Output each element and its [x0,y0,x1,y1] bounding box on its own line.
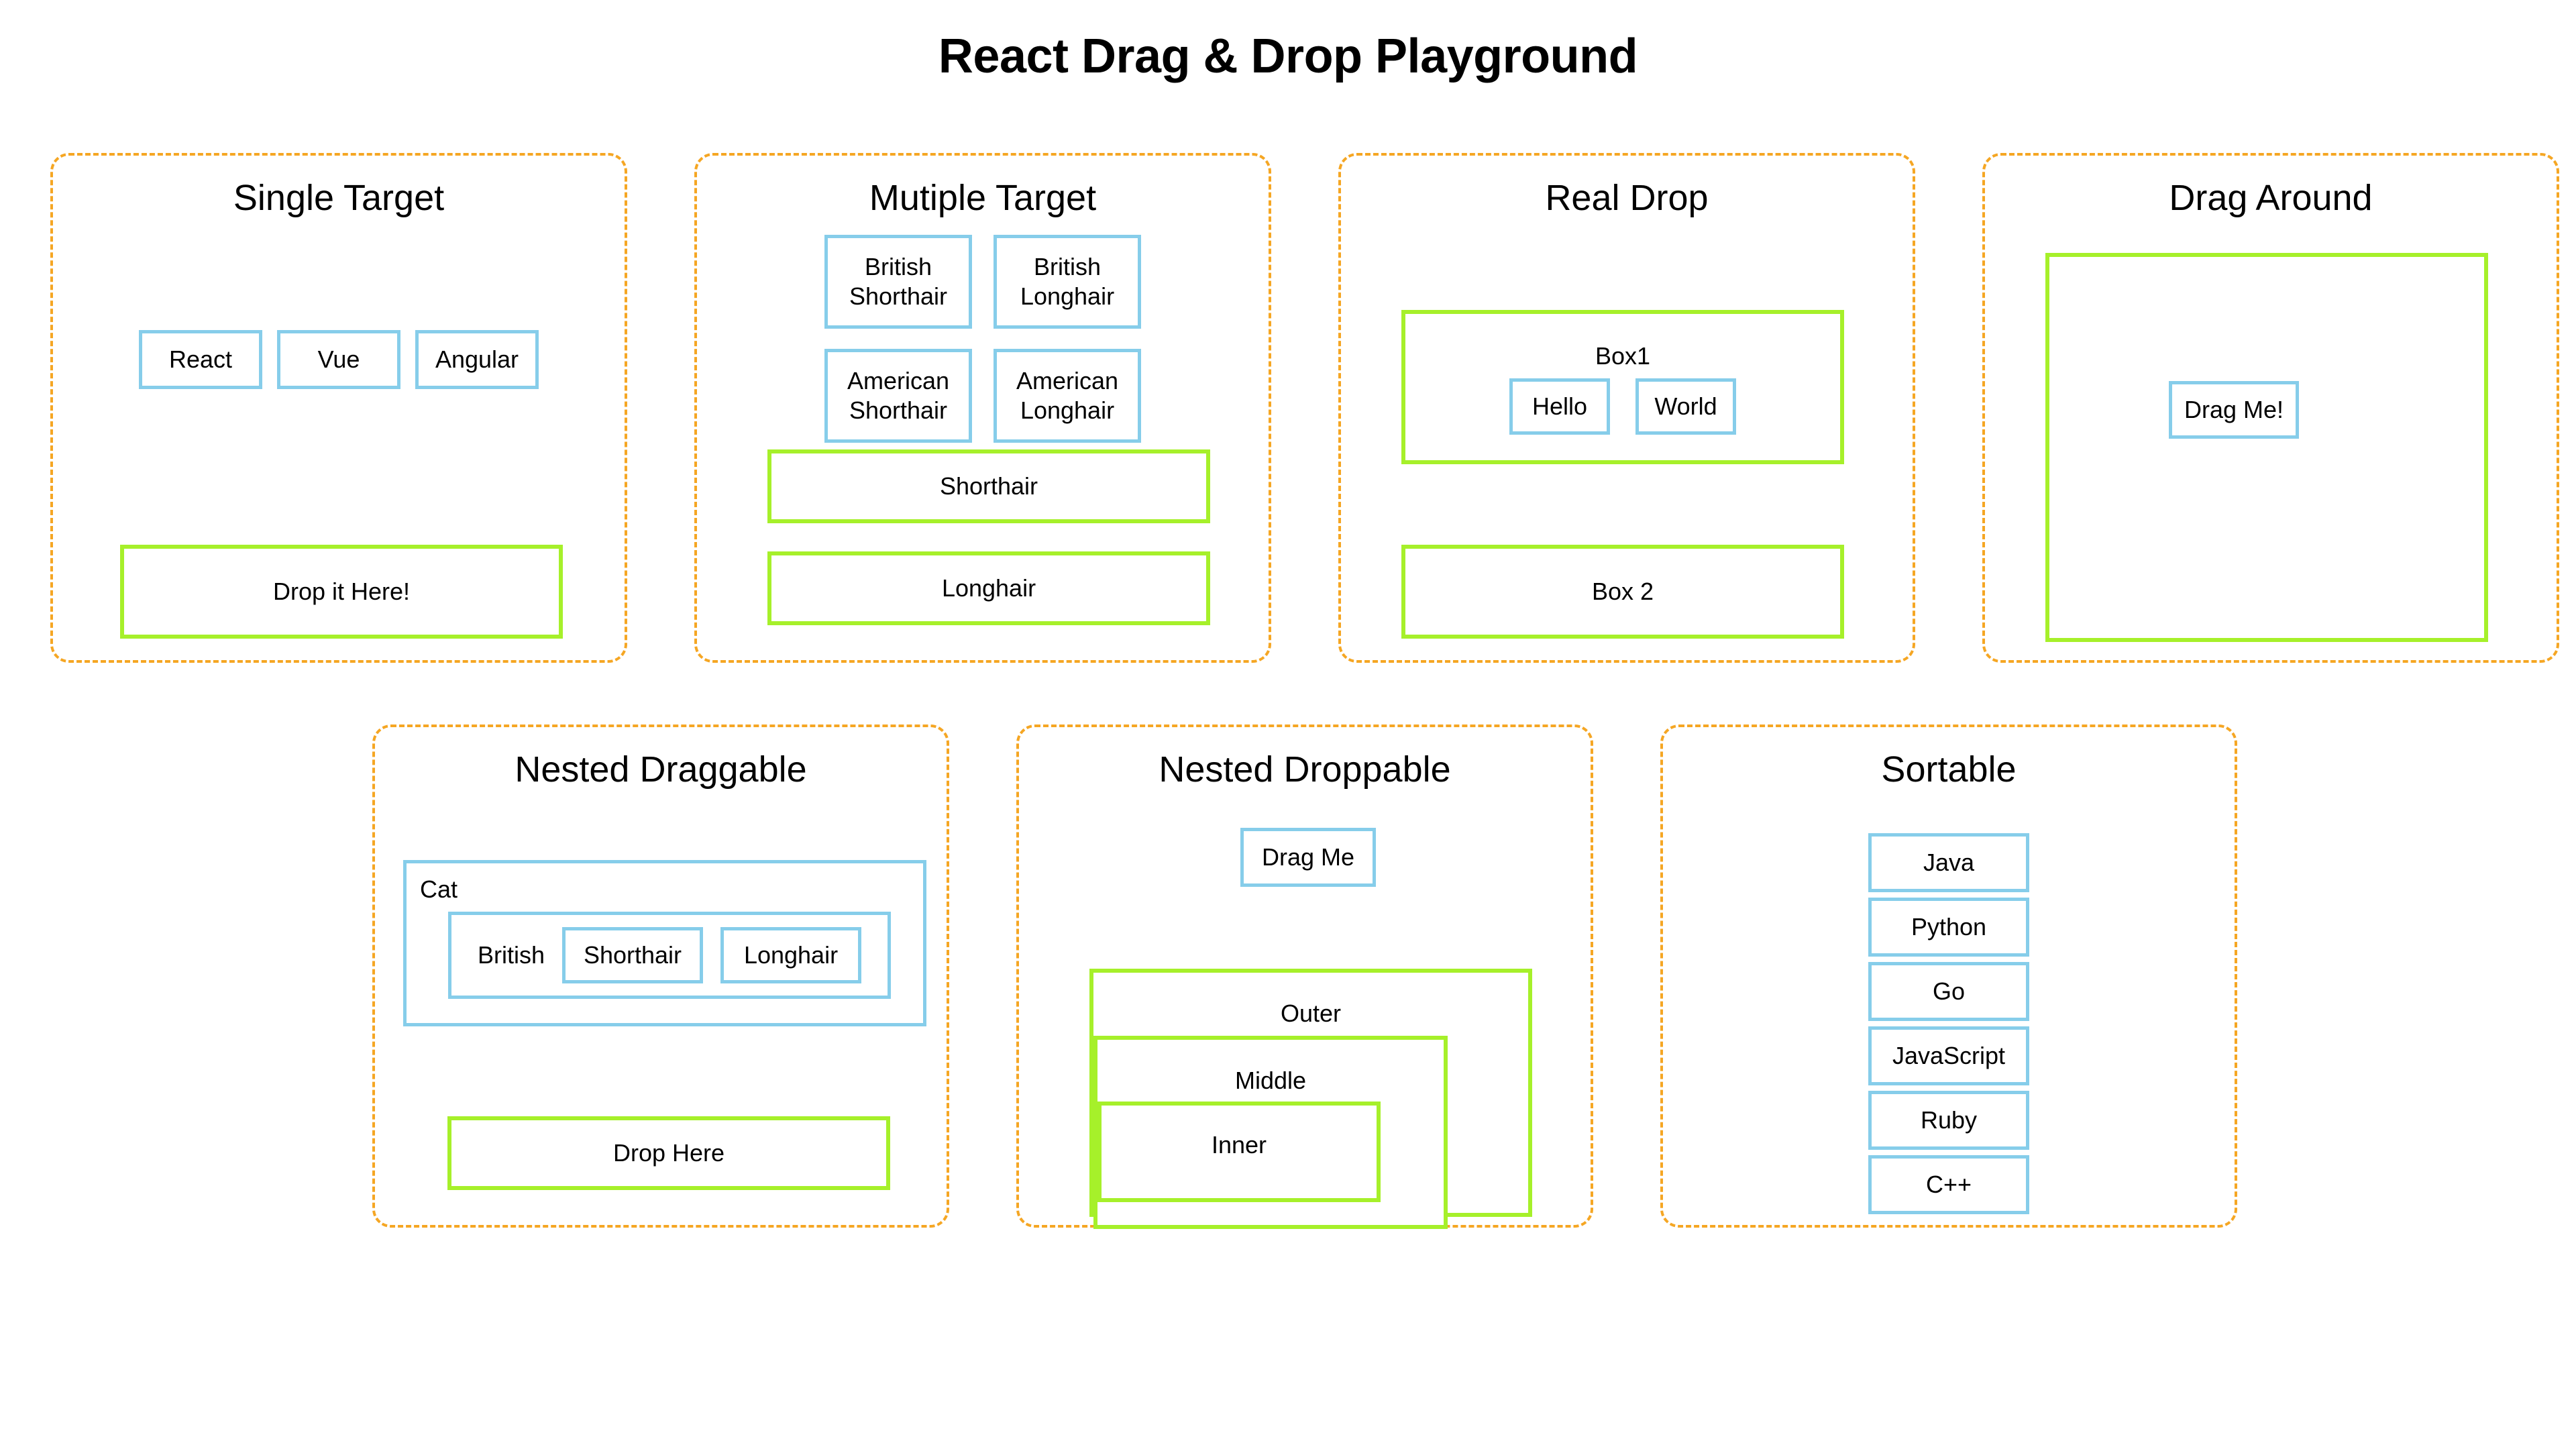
panel-row-top: Single Target React Vue Angular Drop it … [50,153,2559,663]
sortable-item-python[interactable]: Python [1868,898,2029,957]
droppable-longhair[interactable]: Longhair [767,551,1210,625]
panel-nested-droppable: Nested Droppable Drag Me Outer Middle In… [1016,724,1593,1229]
draggable-british-label: British [477,941,545,969]
droppable-middle[interactable]: Middle Inner [1093,1036,1448,1229]
draggable-drag-me[interactable]: Drag Me! [2169,381,2299,439]
droppable-inner-label: Inner [1211,1131,1267,1159]
panel-row-bottom: Nested Draggable Cat British Shorthair L… [372,724,2244,1229]
panel-real-drop: Real Drop Box1 Hello World Box 2 [1338,153,1915,663]
droppable-box1-label: Box1 [1595,342,1651,370]
draggable-british-longhair-label: British Longhair [1020,253,1115,310]
sortable-item-java[interactable]: Java [1868,833,2029,892]
draggable-british-shorthair[interactable]: British Shorthair [824,235,972,329]
droppable-outer[interactable]: Outer Middle Inner [1089,969,1532,1229]
panel-nested-draggable: Nested Draggable Cat British Shorthair L… [372,724,949,1228]
draggable-react[interactable]: React [139,330,262,389]
droppable-outer-label: Outer [1280,1000,1342,1027]
droppable-drop-here[interactable]: Drop Here [447,1116,890,1190]
single-target-draggable-list: React Vue Angular [53,330,625,389]
draggable-cat[interactable]: Cat British Shorthair Longhair [403,860,926,1026]
draggable-american-shorthair-label: American Shorthair [847,367,950,424]
multiple-target-draggable-row-1: British Shorthair British Longhair [697,235,1269,329]
draggable-cat-label: Cat [420,875,458,903]
draggable-vue[interactable]: Vue [277,330,400,389]
panel-multiple-target: Mutiple Target British Shorthair British L… [694,153,1271,663]
drag-around-bounds[interactable]: Drag Me! [2045,253,2488,642]
sortable-item-list: Java Python Go JavaScript Ruby C++ [1663,833,2235,1214]
draggable-world[interactable]: World [1635,378,1736,435]
droppable-shorthair[interactable]: Shorthair [767,449,1210,523]
sortable-item-ruby[interactable]: Ruby [1868,1091,2029,1150]
panel-sortable: Sortable Java Python Go JavaScript Ruby … [1660,724,2237,1228]
box1-draggable-list: Hello World [1405,378,1840,435]
draggable-american-longhair[interactable]: American Longhair [994,349,1141,443]
multiple-target-draggable-row-2: American Shorthair American Longhair [697,349,1269,443]
panel-title-nested-draggable: Nested Draggable [515,749,807,790]
draggable-american-longhair-label: American Longhair [1016,367,1119,424]
sortable-item-go[interactable]: Go [1868,962,2029,1021]
droppable-box1[interactable]: Box1 Hello World [1401,310,1844,464]
droppable-box2[interactable]: Box 2 [1401,545,1844,639]
droppable-inner[interactable]: Inner [1097,1102,1381,1202]
panel-title-sortable: Sortable [1881,749,2017,790]
draggable-longhair[interactable]: Longhair [720,927,862,983]
panel-title-nested-droppable: Nested Droppable [1159,749,1451,790]
panel-drag-around: Drag Around Drag Me! [1982,153,2559,663]
draggable-shorthair[interactable]: Shorthair [562,927,704,983]
droppable-drop-it-here[interactable]: Drop it Here! [120,545,563,639]
draggable-american-shorthair[interactable]: American Shorthair [824,349,972,443]
sortable-item-cpp[interactable]: C++ [1868,1155,2029,1214]
draggable-angular[interactable]: Angular [415,330,539,389]
sortable-item-javascript[interactable]: JavaScript [1868,1026,2029,1085]
draggable-british-shorthair-label: British Shorthair [849,253,948,310]
panel-title-multiple-target: Mutiple Target [869,178,1097,218]
page-title: React Drag & Drop Playground [938,30,1638,83]
draggable-british-longhair[interactable]: British Longhair [994,235,1141,329]
draggable-drag-me[interactable]: Drag Me [1240,828,1376,887]
panel-title-drag-around: Drag Around [2169,178,2373,218]
panel-title-single-target: Single Target [233,178,445,218]
panel-single-target: Single Target React Vue Angular Drop it … [50,153,627,663]
panel-title-real-drop: Real Drop [1545,178,1709,218]
droppable-middle-label: Middle [1234,1067,1307,1094]
draggable-british[interactable]: British Shorthair Longhair [448,912,891,999]
draggable-hello[interactable]: Hello [1509,378,1610,435]
